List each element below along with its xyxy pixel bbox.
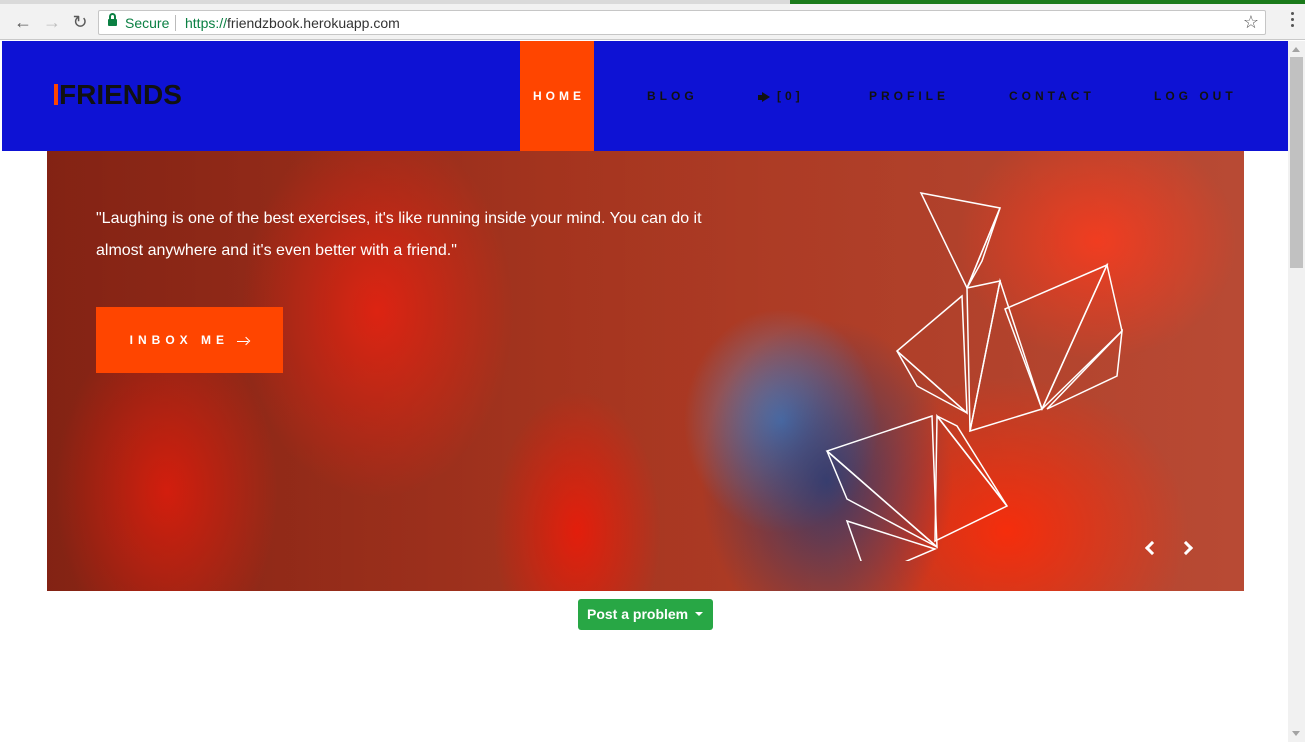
lock-icon [108, 13, 117, 27]
caret-down-icon [695, 612, 703, 616]
browser-toolbar: ← → ↻ Secure https://friendzbook.herokua… [0, 4, 1305, 40]
post-problem-label: Post a problem [587, 606, 689, 622]
nav-contact[interactable]: CONTACT [1009, 41, 1095, 151]
nav-profile[interactable]: PROFILE [869, 41, 949, 151]
scroll-up-icon[interactable] [1292, 47, 1300, 52]
security-label: Secure [125, 15, 170, 31]
nav-home[interactable]: HOME [520, 41, 594, 151]
page-scrollbar[interactable] [1288, 41, 1305, 742]
nav-logout[interactable]: LOG OUT [1154, 41, 1237, 151]
hero-carousel: "Laughing is one of the best exercises, … [47, 151, 1244, 591]
hero-quote: "Laughing is one of the best exercises, … [96, 210, 702, 259]
logo-accent-bar [54, 84, 58, 105]
url-text[interactable]: https://friendzbook.herokuapp.com [185, 15, 400, 31]
scrollbar-thumb[interactable] [1290, 57, 1303, 268]
inbox-me-label: INBOX ME [129, 333, 229, 347]
geometric-lines-decoration [825, 191, 1123, 561]
url-host: friendzbook.herokuapp.com [227, 15, 400, 31]
scroll-down-icon[interactable] [1292, 731, 1300, 736]
reload-icon[interactable]: ↻ [69, 11, 91, 33]
site-header: FRIENDS HOME BLOG [0] PROFILE CONTACT LO… [2, 41, 1288, 151]
chevron-left-icon [1144, 540, 1160, 556]
megaphone-icon [758, 91, 771, 102]
chevron-right-icon [1178, 540, 1194, 556]
nav-blog[interactable]: BLOG [647, 41, 698, 151]
back-icon[interactable]: ← [12, 11, 34, 33]
browser-menu-icon[interactable] [1291, 10, 1295, 32]
inbox-me-button[interactable]: INBOX ME [96, 307, 283, 373]
forward-icon[interactable]: → [41, 11, 63, 33]
notifications-count: [0] [777, 89, 804, 103]
carousel-next-button[interactable] [1178, 539, 1200, 559]
arrow-right-icon [237, 336, 251, 346]
address-separator [175, 15, 176, 31]
carousel-prev-button[interactable] [1140, 539, 1160, 559]
post-problem-dropdown-button[interactable]: Post a problem [578, 599, 713, 630]
logo-text: FRIENDS [59, 79, 182, 110]
nav-notifications[interactable]: [0] [758, 41, 804, 151]
address-bar[interactable]: Secure https://friendzbook.herokuapp.com… [98, 10, 1266, 35]
url-scheme: https:// [185, 15, 228, 31]
bookmark-star-icon[interactable]: ☆ [1243, 12, 1259, 33]
